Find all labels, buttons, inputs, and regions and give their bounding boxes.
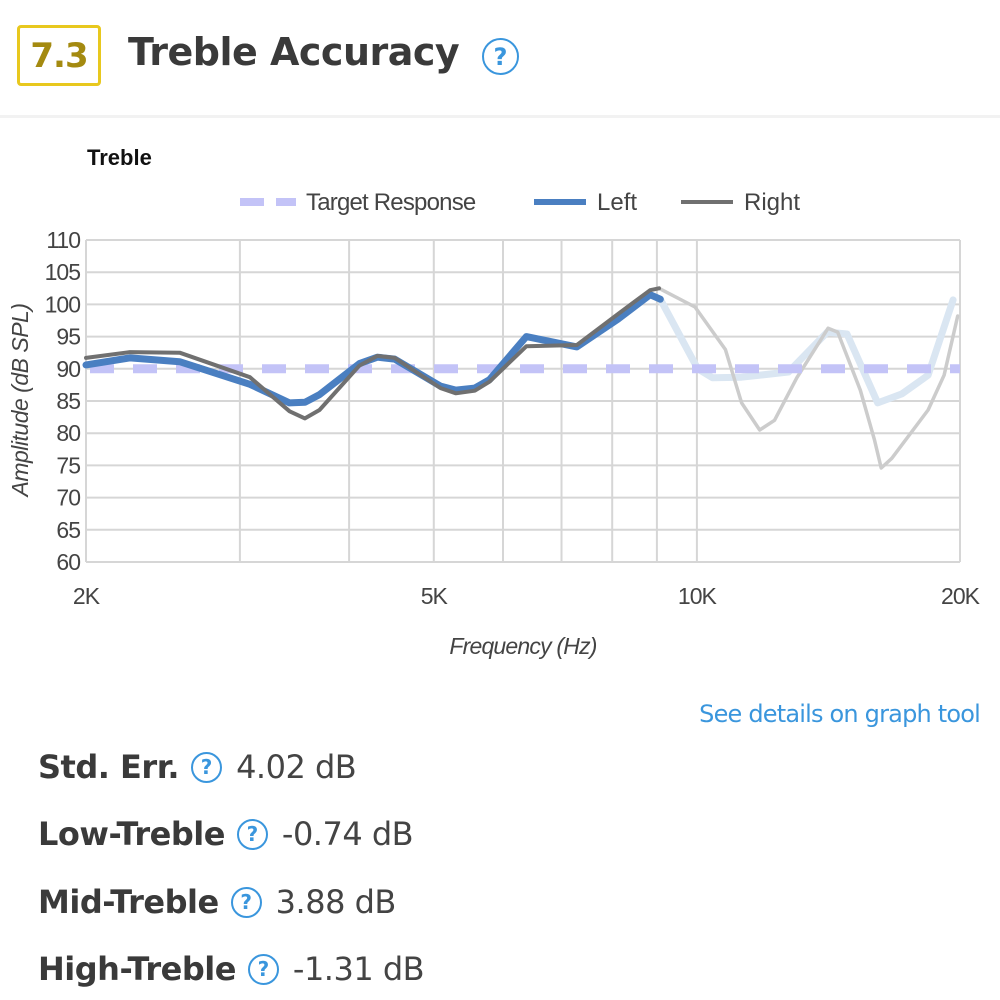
metric-mid-treble: Mid-Treble ? 3.88 dB [38, 883, 396, 921]
y-tick-label: 75 [56, 452, 80, 478]
series-line-right [84, 286, 661, 421]
y-tick-label: 100 [45, 291, 81, 317]
treble-chart: Treble Target Response Left Right 110 105… [7, 145, 982, 659]
legend-label-left: Left [597, 189, 637, 216]
y-tick-label: 105 [45, 259, 81, 285]
section-header: 7.3 Treble Accuracy ? [0, 0, 1000, 116]
legend-label-right: Right [744, 189, 800, 216]
y-tick-labels: 110 105 100 95 90 85 80 75 70 65 60 [45, 227, 82, 575]
divider [0, 115, 1000, 118]
question-circle-icon[interactable]: ? [482, 38, 519, 75]
series-line-left [82, 291, 664, 407]
x-tick-label: 10K [678, 583, 718, 609]
y-axis-label: Amplitude (dB SPL) [7, 304, 33, 499]
y-tick-label: 90 [56, 356, 80, 382]
metric-label: Low-Treble [38, 815, 225, 853]
grid [85, 239, 961, 563]
question-circle-icon[interactable]: ? [236, 818, 268, 850]
y-tick-label: 95 [56, 324, 80, 350]
metric-std-err: Std. Err. ? 4.02 dB [38, 748, 357, 786]
metric-label: Mid-Treble [38, 883, 219, 921]
section-title: Treble Accuracy [128, 30, 460, 74]
y-tick-label: 60 [56, 549, 80, 575]
score-badge: 7.3 [17, 25, 101, 86]
graph-tool-link[interactable]: See details on graph tool [699, 700, 981, 728]
legend: Target Response Left Right [240, 189, 800, 216]
y-tick-label: 80 [56, 420, 80, 446]
x-tick-label: 5K [421, 583, 449, 609]
y-tick-label: 85 [56, 388, 80, 414]
metric-label: Std. Err. [38, 748, 180, 786]
question-circle-icon[interactable]: ? [191, 751, 223, 783]
metric-value: -0.74 dB [281, 815, 414, 853]
y-tick-label: 70 [56, 485, 80, 511]
x-tick-labels: 2K 5K 10K 20K [73, 583, 982, 609]
question-circle-icon[interactable]: ? [230, 886, 262, 918]
metric-value: -1.31 dB [292, 950, 425, 988]
question-circle-icon[interactable]: ? [247, 953, 279, 985]
x-axis-label: Frequency (Hz) [449, 633, 596, 659]
metric-value: 4.02 dB [236, 748, 357, 786]
x-tick-label: 2K [73, 583, 101, 609]
series-lines [82, 286, 960, 470]
metric-label: High-Treble [38, 950, 236, 988]
legend-item-right[interactable]: Right [681, 189, 800, 216]
metric-value: 3.88 dB [275, 883, 397, 921]
chart-title: Treble [87, 145, 152, 170]
series-line-left-faded [656, 295, 957, 407]
x-tick-label: 20K [941, 583, 981, 609]
series-line-right-faded [657, 286, 960, 470]
metric-low-treble: Low-Treble ? -0.74 dB [38, 815, 414, 853]
legend-item-left[interactable]: Left [534, 189, 637, 216]
metric-high-treble: High-Treble ? -1.31 dB [38, 950, 425, 988]
legend-item-target[interactable]: Target Response [240, 189, 477, 216]
y-tick-label: 65 [56, 517, 80, 543]
y-tick-label: 110 [46, 227, 80, 253]
legend-label-target: Target Response [306, 189, 476, 216]
